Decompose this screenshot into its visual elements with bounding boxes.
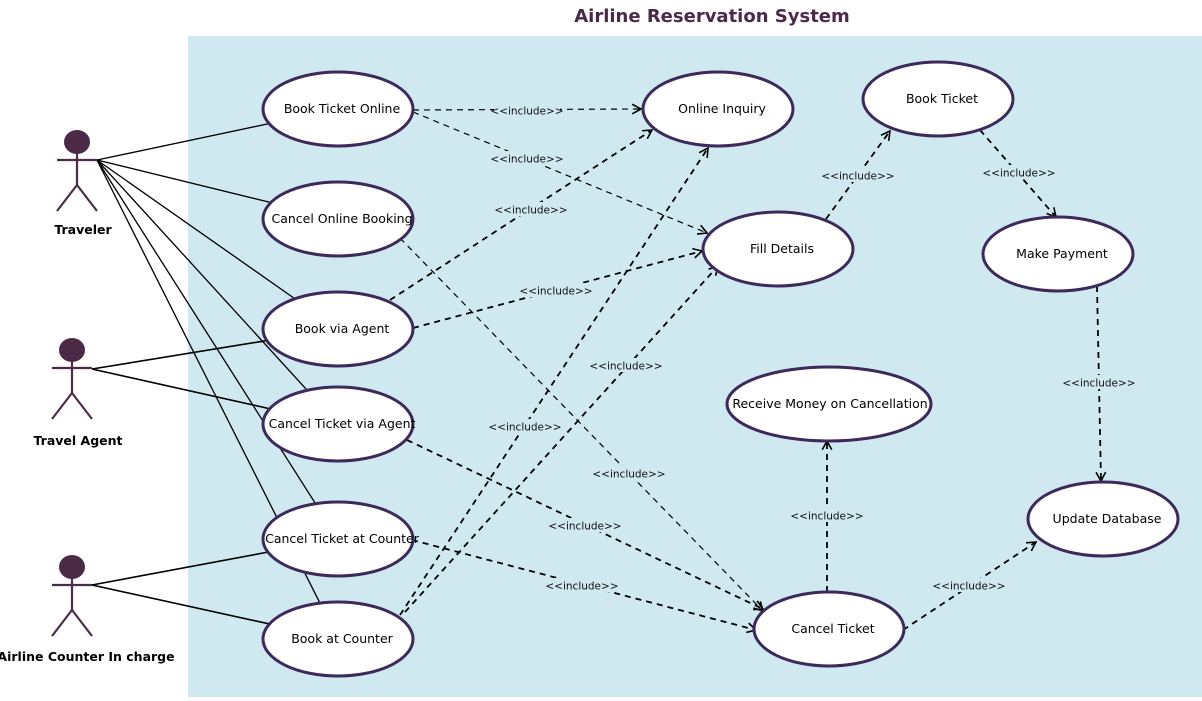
stick-figure-icon bbox=[56, 130, 98, 212]
include-label: <<include>> bbox=[592, 469, 665, 481]
use-case-label: Fill Details bbox=[750, 241, 814, 256]
use-case-receive-money[interactable]: Receive Money on Cancellation bbox=[725, 365, 933, 443]
use-case-cancel-agent[interactable]: Cancel Ticket via Agent bbox=[261, 385, 416, 463]
actor-label: Traveler bbox=[54, 222, 112, 237]
use-case-label: Make Payment bbox=[1016, 246, 1108, 261]
use-case-make-payment[interactable]: Make Payment bbox=[981, 215, 1135, 293]
use-case-update-db[interactable]: Update Database bbox=[1026, 480, 1180, 558]
use-case-label: Online Inquiry bbox=[678, 101, 766, 116]
include-label: <<include>> bbox=[548, 521, 621, 533]
use-case-book-agent[interactable]: Book via Agent bbox=[261, 290, 415, 368]
include-label: <<include>> bbox=[490, 154, 563, 166]
include-label: <<include>> bbox=[494, 205, 567, 217]
include-label: <<include>> bbox=[790, 511, 863, 523]
use-case-label: Cancel Online Booking bbox=[271, 211, 412, 226]
use-case-label: Cancel Ticket via Agent bbox=[269, 416, 416, 431]
use-case-label: Book Ticket bbox=[906, 91, 978, 106]
use-case-cancel-ticket[interactable]: Cancel Ticket bbox=[752, 590, 906, 668]
actor-counter[interactable]: Airline Counter In charge bbox=[0, 555, 175, 664]
include-label: <<include>> bbox=[821, 171, 894, 183]
stick-figure-icon bbox=[51, 555, 93, 637]
actor-traveler[interactable]: Traveler bbox=[54, 130, 112, 237]
use-case-cancel-online[interactable]: Cancel Online Booking bbox=[261, 180, 415, 258]
actor-label: Travel Agent bbox=[34, 433, 123, 448]
use-case-label: Update Database bbox=[1053, 511, 1162, 526]
use-case-label: Book at Counter bbox=[291, 631, 393, 646]
actor-label: Airline Counter In charge bbox=[0, 649, 175, 664]
use-case-book-ticket[interactable]: Book Ticket bbox=[861, 60, 1015, 138]
actor-agent[interactable]: Travel Agent bbox=[34, 338, 123, 448]
include-label: <<include>> bbox=[519, 286, 592, 298]
use-case-label: Receive Money on Cancellation bbox=[732, 396, 927, 411]
actors: Traveler Travel Agent Airline Counter In c… bbox=[0, 130, 175, 664]
include-label: <<include>> bbox=[982, 168, 1055, 180]
include-label: <<include>> bbox=[932, 581, 1005, 593]
include-label: <<include>> bbox=[488, 422, 561, 434]
include-label: <<include>> bbox=[545, 581, 618, 593]
stick-figure-icon bbox=[51, 338, 93, 420]
use-case-label: Book via Agent bbox=[295, 321, 390, 336]
diagram-title: Airline Reservation System bbox=[574, 6, 850, 27]
include-label: <<include>> bbox=[1062, 378, 1135, 390]
use-case-book-online[interactable]: Book Ticket Online bbox=[261, 70, 415, 148]
include-label: <<include>> bbox=[589, 361, 662, 373]
use-case-diagram: Airline Reservation System <<include>> <<… bbox=[0, 6, 1202, 697]
use-case-label: Cancel Ticket bbox=[791, 621, 874, 636]
use-case-fill-details[interactable]: Fill Details bbox=[701, 210, 855, 288]
use-case-online-inquiry[interactable]: Online Inquiry bbox=[641, 70, 795, 148]
use-case-label: Book Ticket Online bbox=[284, 101, 401, 116]
use-case-book-counter[interactable]: Book at Counter bbox=[261, 600, 415, 678]
include-label: <<include>> bbox=[490, 106, 563, 118]
use-case-label: Cancel Ticket at Counter bbox=[265, 531, 420, 546]
